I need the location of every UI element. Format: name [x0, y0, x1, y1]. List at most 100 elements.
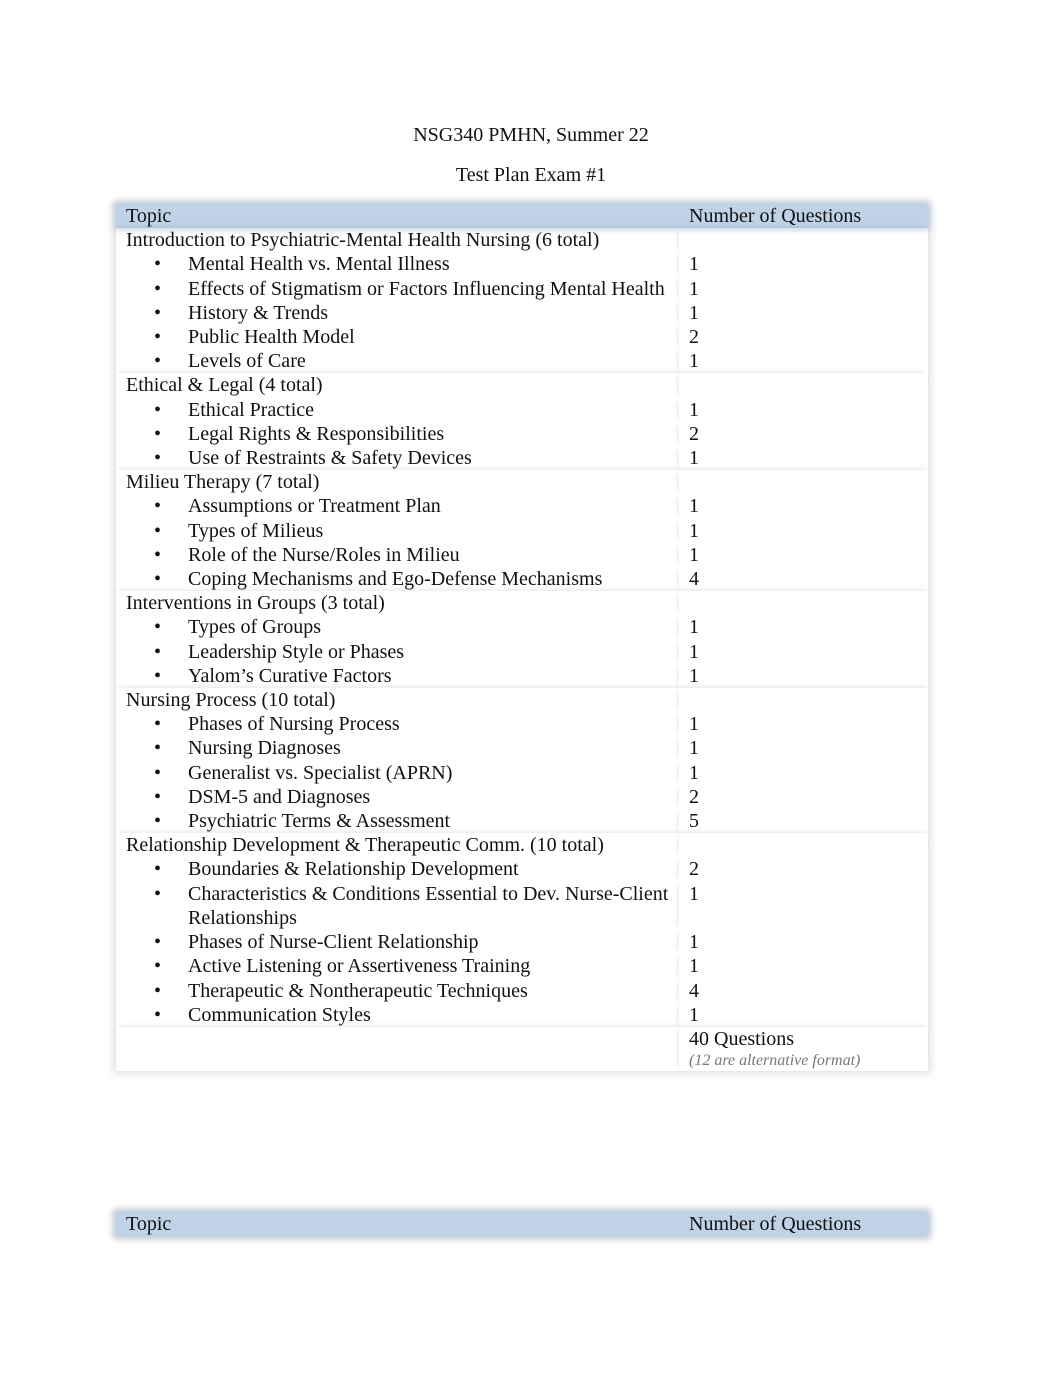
table-row: Phases of Nurse-Client Relationship1	[116, 930, 928, 954]
count-cell: 1	[679, 398, 928, 422]
count-cell: 1	[679, 519, 928, 543]
count-cell: 2	[679, 785, 928, 809]
count-cell: 4	[679, 979, 928, 1003]
topic-cell: Active Listening or Assertiveness Traini…	[116, 954, 679, 978]
topic-cell: Levels of Care	[116, 349, 679, 373]
count-cell: 1	[679, 712, 928, 736]
table-row: Levels of Care1	[116, 349, 928, 373]
section-title: Introduction to Psychiatric-Mental Healt…	[126, 229, 600, 252]
section-title: Ethical & Legal (4 total)	[126, 374, 323, 397]
count-cell: 1	[679, 446, 928, 470]
section-row: Interventions in Groups (3 total)	[116, 591, 928, 615]
topic-cell: Psychiatric Terms & Assessment	[116, 809, 679, 833]
count-cell: 1	[679, 277, 928, 301]
topic-cell: History & Trends	[116, 301, 679, 325]
header-count: Number of Questions	[689, 1213, 862, 1235]
table-row: Assumptions or Treatment Plan1	[116, 494, 928, 518]
topic-cell: Role of the Nurse/Roles in Milieu	[116, 543, 679, 567]
topic-cell: Generalist vs. Specialist (APRN)	[116, 761, 679, 785]
topic-cell: Leadership Style or Phases	[116, 640, 679, 664]
count-cell: 1	[679, 954, 928, 978]
topic-cell: Mental Health vs. Mental Illness	[116, 252, 679, 276]
count-cell: 1	[679, 349, 928, 373]
table-row: Nursing Diagnoses1	[116, 736, 928, 760]
topic-cell: Effects of Stigmatism or Factors Influen…	[116, 277, 679, 301]
section-title: Milieu Therapy (7 total)	[126, 471, 320, 494]
topic-cell: Use of Restraints & Safety Devices	[116, 446, 679, 470]
count-cell: 1	[679, 640, 928, 664]
table-row: Psychiatric Terms & Assessment5	[116, 809, 928, 833]
table-row: Generalist vs. Specialist (APRN)1	[116, 761, 928, 785]
total-note: (12 are alternative format)	[689, 1052, 861, 1070]
table-row: Phases of Nursing Process1	[116, 712, 928, 736]
count-cell: 1	[679, 664, 928, 688]
count-cell: 1	[679, 543, 928, 567]
count-cell: 5	[679, 809, 928, 833]
count-cell: 1	[679, 301, 928, 325]
topic-cell: Yalom’s Curative Factors	[116, 664, 679, 688]
topic-cell: Nursing Diagnoses	[116, 736, 679, 760]
count-cell: 1	[679, 930, 928, 954]
count-cell: 1	[679, 736, 928, 760]
table-row: Boundaries & Relationship Development2	[116, 857, 928, 881]
topic-cell: Communication Styles	[116, 1003, 679, 1027]
table-row: Active Listening or Assertiveness Traini…	[116, 954, 928, 978]
topic-cell: Types of Milieus	[116, 519, 679, 543]
header-topic: Topic	[126, 205, 172, 227]
count-cell: 2	[679, 857, 928, 881]
topic-cell: Therapeutic & Nontherapeutic Techniques	[116, 979, 679, 1003]
count-cell: 4	[679, 567, 928, 591]
count-cell: 1	[679, 882, 928, 930]
count-cell: 2	[679, 422, 928, 446]
table-row: Use of Restraints & Safety Devices1	[116, 446, 928, 470]
topic-cell: Assumptions or Treatment Plan	[116, 494, 679, 518]
table-row: Legal Rights & Responsibilities2	[116, 422, 928, 446]
topic-cell: Public Health Model	[116, 325, 679, 349]
table-row: Ethical Practice1	[116, 398, 928, 422]
section-title: Interventions in Groups (3 total)	[126, 592, 385, 615]
second-table: Topic Number of Questions	[116, 1212, 928, 1237]
table-header-row: Topic Number of Questions	[116, 1212, 928, 1237]
section-title: Relationship Development & Therapeutic C…	[126, 834, 604, 857]
document-subtitle: Test Plan Exam #1	[455, 164, 607, 186]
topic-cell: Characteristics & Conditions Essential t…	[116, 882, 679, 930]
total-label: 40 Questions	[689, 1027, 794, 1050]
table-row: Public Health Model2	[116, 325, 928, 349]
document-title: NSG340 PMHN, Summer 22	[413, 124, 649, 146]
section-row: Relationship Development & Therapeutic C…	[116, 833, 928, 857]
count-cell: 1	[679, 761, 928, 785]
topic-cell: Types of Groups	[116, 615, 679, 639]
topic-cell: Boundaries & Relationship Development	[116, 857, 679, 881]
topic-cell: Coping Mechanisms and Ego-Defense Mechan…	[116, 567, 679, 591]
header-count: Number of Questions	[689, 205, 862, 227]
section-row: Milieu Therapy (7 total)	[116, 470, 928, 494]
table-row: Communication Styles1	[116, 1003, 928, 1027]
table-header-row: Topic Number of Questions	[116, 204, 928, 229]
count-cell: 1	[679, 252, 928, 276]
count-cell: 1	[679, 494, 928, 518]
section-title: Nursing Process (10 total)	[126, 689, 336, 712]
table-row: Types of Milieus1	[116, 519, 928, 543]
topic-cell: Phases of Nursing Process	[116, 712, 679, 736]
topic-cell: Ethical Practice	[116, 398, 679, 422]
table-row: Effects of Stigmatism or Factors Influen…	[116, 277, 928, 301]
table-row: History & Trends1	[116, 301, 928, 325]
section-row: Introduction to Psychiatric-Mental Healt…	[116, 228, 928, 252]
table-row: DSM-5 and Diagnoses2	[116, 785, 928, 809]
section-row: Nursing Process (10 total)	[116, 688, 928, 712]
count-cell: 2	[679, 325, 928, 349]
table-row: Therapeutic & Nontherapeutic Techniques4	[116, 979, 928, 1003]
count-cell: 1	[679, 615, 928, 639]
topic-cell: DSM-5 and Diagnoses	[116, 785, 679, 809]
section-row: Ethical & Legal (4 total)	[116, 373, 928, 397]
topic-cell: Legal Rights & Responsibilities	[116, 422, 679, 446]
header-topic: Topic	[126, 1213, 172, 1235]
count-cell: 1	[679, 1003, 928, 1027]
test-plan-table: Topic Number of Questions Introduction t…	[116, 204, 928, 1072]
table-row: Mental Health vs. Mental Illness1	[116, 252, 928, 276]
table-row: Coping Mechanisms and Ego-Defense Mechan…	[116, 567, 928, 591]
total-row: 40 Questions (12 are alternative format)	[116, 1027, 928, 1071]
table-row: Leadership Style or Phases1	[116, 640, 928, 664]
table-row: Yalom’s Curative Factors1	[116, 664, 928, 688]
table-row: Role of the Nurse/Roles in Milieu1	[116, 543, 928, 567]
